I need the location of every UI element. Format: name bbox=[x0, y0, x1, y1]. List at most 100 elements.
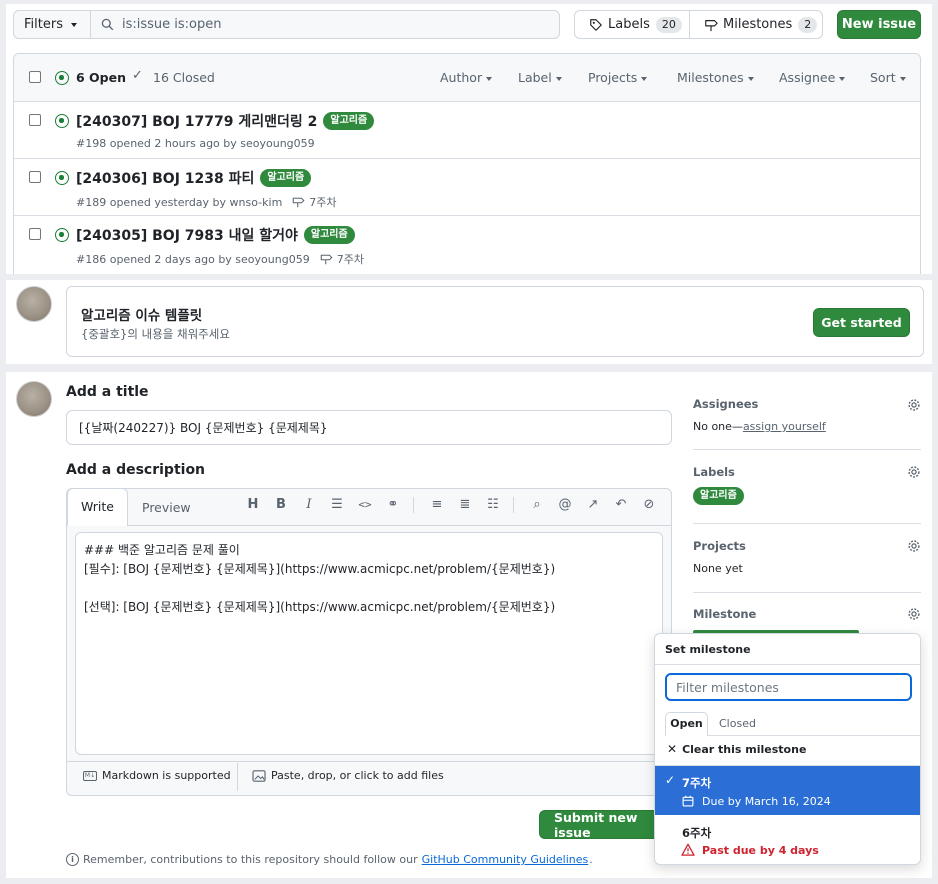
issue-checkbox[interactable] bbox=[29, 171, 41, 183]
search-value: is:issue is:open bbox=[122, 17, 222, 32]
check-icon: ✓ bbox=[132, 68, 143, 83]
chevron-down-icon bbox=[747, 76, 754, 81]
issue-milestone[interactable]: 7주차 bbox=[309, 194, 336, 210]
issue-title[interactable]: [240305] BOJ 7983 내일 할거야 알고리즘 bbox=[76, 225, 355, 245]
issue-milestone[interactable]: 7주차 bbox=[337, 251, 364, 267]
filter-sort[interactable]: Sort bbox=[870, 70, 906, 85]
issue-meta-text: #186 opened 2 days ago by seoyoung059 bbox=[76, 252, 310, 266]
filter-assignee[interactable]: Assignee bbox=[779, 70, 846, 85]
issue-opened-icon bbox=[55, 171, 69, 185]
issue-row[interactable]: [240307] BOJ 17779 게리맨더링 2 알고리즘 #198 ope… bbox=[14, 101, 920, 158]
issue-meta: #186 opened 2 days ago by seoyoung059 7주… bbox=[76, 251, 364, 267]
milestone-popup: Set milestone Filter milestones Open Clo… bbox=[654, 633, 921, 865]
popup-tab-open[interactable]: Open bbox=[665, 712, 708, 736]
issue-title-text: [240307] BOJ 17779 게리맨더링 2 bbox=[76, 114, 318, 130]
tabs-divider bbox=[127, 525, 671, 526]
milestones-button[interactable]: Milestones 2 bbox=[689, 10, 823, 39]
clear-milestone[interactable]: ✕ Clear this milestone bbox=[667, 742, 806, 756]
gear-icon[interactable] bbox=[907, 465, 921, 479]
info-icon: i bbox=[66, 853, 79, 866]
issues-panel: Filters is:issue is:open Labels 20 Miles… bbox=[6, 4, 932, 274]
filter-label[interactable]: Label bbox=[518, 70, 562, 85]
sidebar-label[interactable]: 알고리즘 bbox=[693, 487, 744, 505]
labels-heading[interactable]: Labels bbox=[693, 465, 735, 479]
heading-icon[interactable]: H bbox=[245, 497, 261, 513]
filters-label: Filters bbox=[24, 17, 63, 32]
milestone-icon bbox=[320, 254, 333, 265]
popup-tab-closed[interactable]: Closed bbox=[719, 717, 756, 730]
chevron-down-icon bbox=[899, 76, 906, 81]
footer-text: Remember, contributions to this reposito… bbox=[83, 853, 418, 866]
milestone-option-selected[interactable]: ✓ 7주차 Due by March 16, 2024 bbox=[655, 766, 920, 815]
milestone-heading[interactable]: Milestone bbox=[693, 607, 756, 621]
issue-label[interactable]: 알고리즘 bbox=[303, 226, 355, 244]
filters-button[interactable]: Filters bbox=[13, 10, 91, 39]
issue-row[interactable]: [240305] BOJ 7983 내일 할거야 알고리즘 #186 opene… bbox=[14, 215, 920, 272]
check-icon: ✓ bbox=[665, 773, 676, 787]
issue-label[interactable]: 알고리즘 bbox=[323, 112, 375, 130]
unordered-list-icon[interactable]: ≣ bbox=[457, 497, 473, 513]
assignees-heading[interactable]: Assignees bbox=[693, 397, 758, 411]
search-input[interactable]: is:issue is:open bbox=[90, 10, 560, 39]
filter-placeholder: Filter milestones bbox=[676, 679, 779, 695]
select-all-checkbox[interactable] bbox=[29, 71, 41, 83]
filter-milestones[interactable]: Milestones bbox=[677, 70, 754, 85]
filter-author[interactable]: Author bbox=[440, 70, 493, 85]
reference-icon[interactable]: ↗ bbox=[585, 497, 601, 513]
milestone-icon bbox=[293, 197, 305, 208]
calendar-icon bbox=[682, 795, 694, 807]
sidebar-divider bbox=[693, 592, 921, 593]
paste-files[interactable]: Paste, drop, or click to add files bbox=[252, 769, 444, 782]
milestone-option[interactable]: 6주차 Past due by 4 days bbox=[655, 815, 920, 864]
gear-icon[interactable] bbox=[907, 607, 921, 621]
open-count[interactable]: 6 Open bbox=[76, 70, 126, 85]
guidelines-footer: i Remember, contributions to this reposi… bbox=[66, 853, 593, 866]
issue-row[interactable]: [240306] BOJ 1238 파티 알고리즘 #189 opened ye… bbox=[14, 158, 920, 215]
filter-milestones-input[interactable]: Filter milestones bbox=[665, 673, 912, 701]
projects-value: None yet bbox=[693, 562, 743, 575]
template-card: 알고리즘 이슈 템플릿 {중괄호}의 내용을 채워주세요 Get started bbox=[66, 286, 924, 357]
issue-checkbox[interactable] bbox=[29, 228, 41, 240]
guidelines-link[interactable]: GitHub Community Guidelines bbox=[422, 853, 589, 866]
labels-button[interactable]: Labels 20 bbox=[574, 10, 690, 39]
title-input[interactable]: [{날짜(240227)} BOJ {문제번호} {문제제목} bbox=[66, 410, 672, 445]
body-line: ### 백준 알고리즘 문제 풀이 bbox=[84, 543, 240, 557]
issue-label[interactable]: 알고리즘 bbox=[260, 169, 312, 187]
issue-checkbox[interactable] bbox=[29, 114, 41, 126]
link-icon[interactable]: ⚭ bbox=[385, 497, 401, 513]
gear-icon[interactable] bbox=[907, 539, 921, 553]
editor: Write Preview H B I ☰ <> ⚭ ≡ ≣ ☷ ⌕ @ ↗ ↶… bbox=[66, 488, 672, 796]
attach-icon[interactable]: ⌕ bbox=[529, 497, 545, 513]
assign-yourself-link[interactable]: assign yourself bbox=[743, 420, 826, 433]
reply-icon[interactable]: ↶ bbox=[613, 497, 629, 513]
ordered-list-icon[interactable]: ≡ bbox=[429, 497, 445, 513]
popup-divider bbox=[655, 664, 920, 665]
issue-title[interactable]: [240307] BOJ 17779 게리맨더링 2 알고리즘 bbox=[76, 111, 375, 131]
new-issue-button[interactable]: New issue bbox=[837, 10, 921, 39]
get-started-button[interactable]: Get started bbox=[813, 308, 910, 337]
slash-command-icon[interactable]: ⊘ bbox=[641, 497, 657, 513]
closed-count[interactable]: 16 Closed bbox=[153, 70, 215, 85]
projects-heading[interactable]: Projects bbox=[693, 539, 746, 553]
task-list-icon[interactable]: ☷ bbox=[485, 497, 501, 513]
gear-icon[interactable] bbox=[907, 398, 921, 412]
filter-assignee-label: Assignee bbox=[779, 70, 836, 85]
description-textarea[interactable]: ### 백준 알고리즘 문제 풀이 [필수]: [BOJ {문제번호} {문제제… bbox=[75, 532, 663, 755]
bold-icon[interactable]: B bbox=[273, 497, 289, 513]
submit-new-issue-button[interactable]: Submit new issue bbox=[539, 810, 669, 840]
issue-title[interactable]: [240306] BOJ 1238 파티 알고리즘 bbox=[76, 168, 312, 188]
filter-projects[interactable]: Projects bbox=[588, 70, 648, 85]
code-icon[interactable]: <> bbox=[357, 497, 373, 513]
milestone-option-due: Past due by 4 days bbox=[702, 844, 819, 857]
tab-write[interactable]: Write bbox=[67, 488, 128, 526]
chevron-down-icon bbox=[839, 76, 846, 81]
markdown-note-text: Markdown is supported bbox=[102, 769, 231, 782]
filter-milestones-label: Milestones bbox=[677, 70, 744, 85]
issue-opened-icon bbox=[55, 114, 69, 128]
quote-icon[interactable]: ☰ bbox=[329, 497, 345, 513]
milestone-icon bbox=[705, 19, 718, 31]
markdown-note[interactable]: M↓ Markdown is supported bbox=[83, 769, 231, 782]
mention-icon[interactable]: @ bbox=[557, 497, 573, 513]
italic-icon[interactable]: I bbox=[301, 497, 317, 513]
tab-preview[interactable]: Preview bbox=[142, 500, 191, 515]
